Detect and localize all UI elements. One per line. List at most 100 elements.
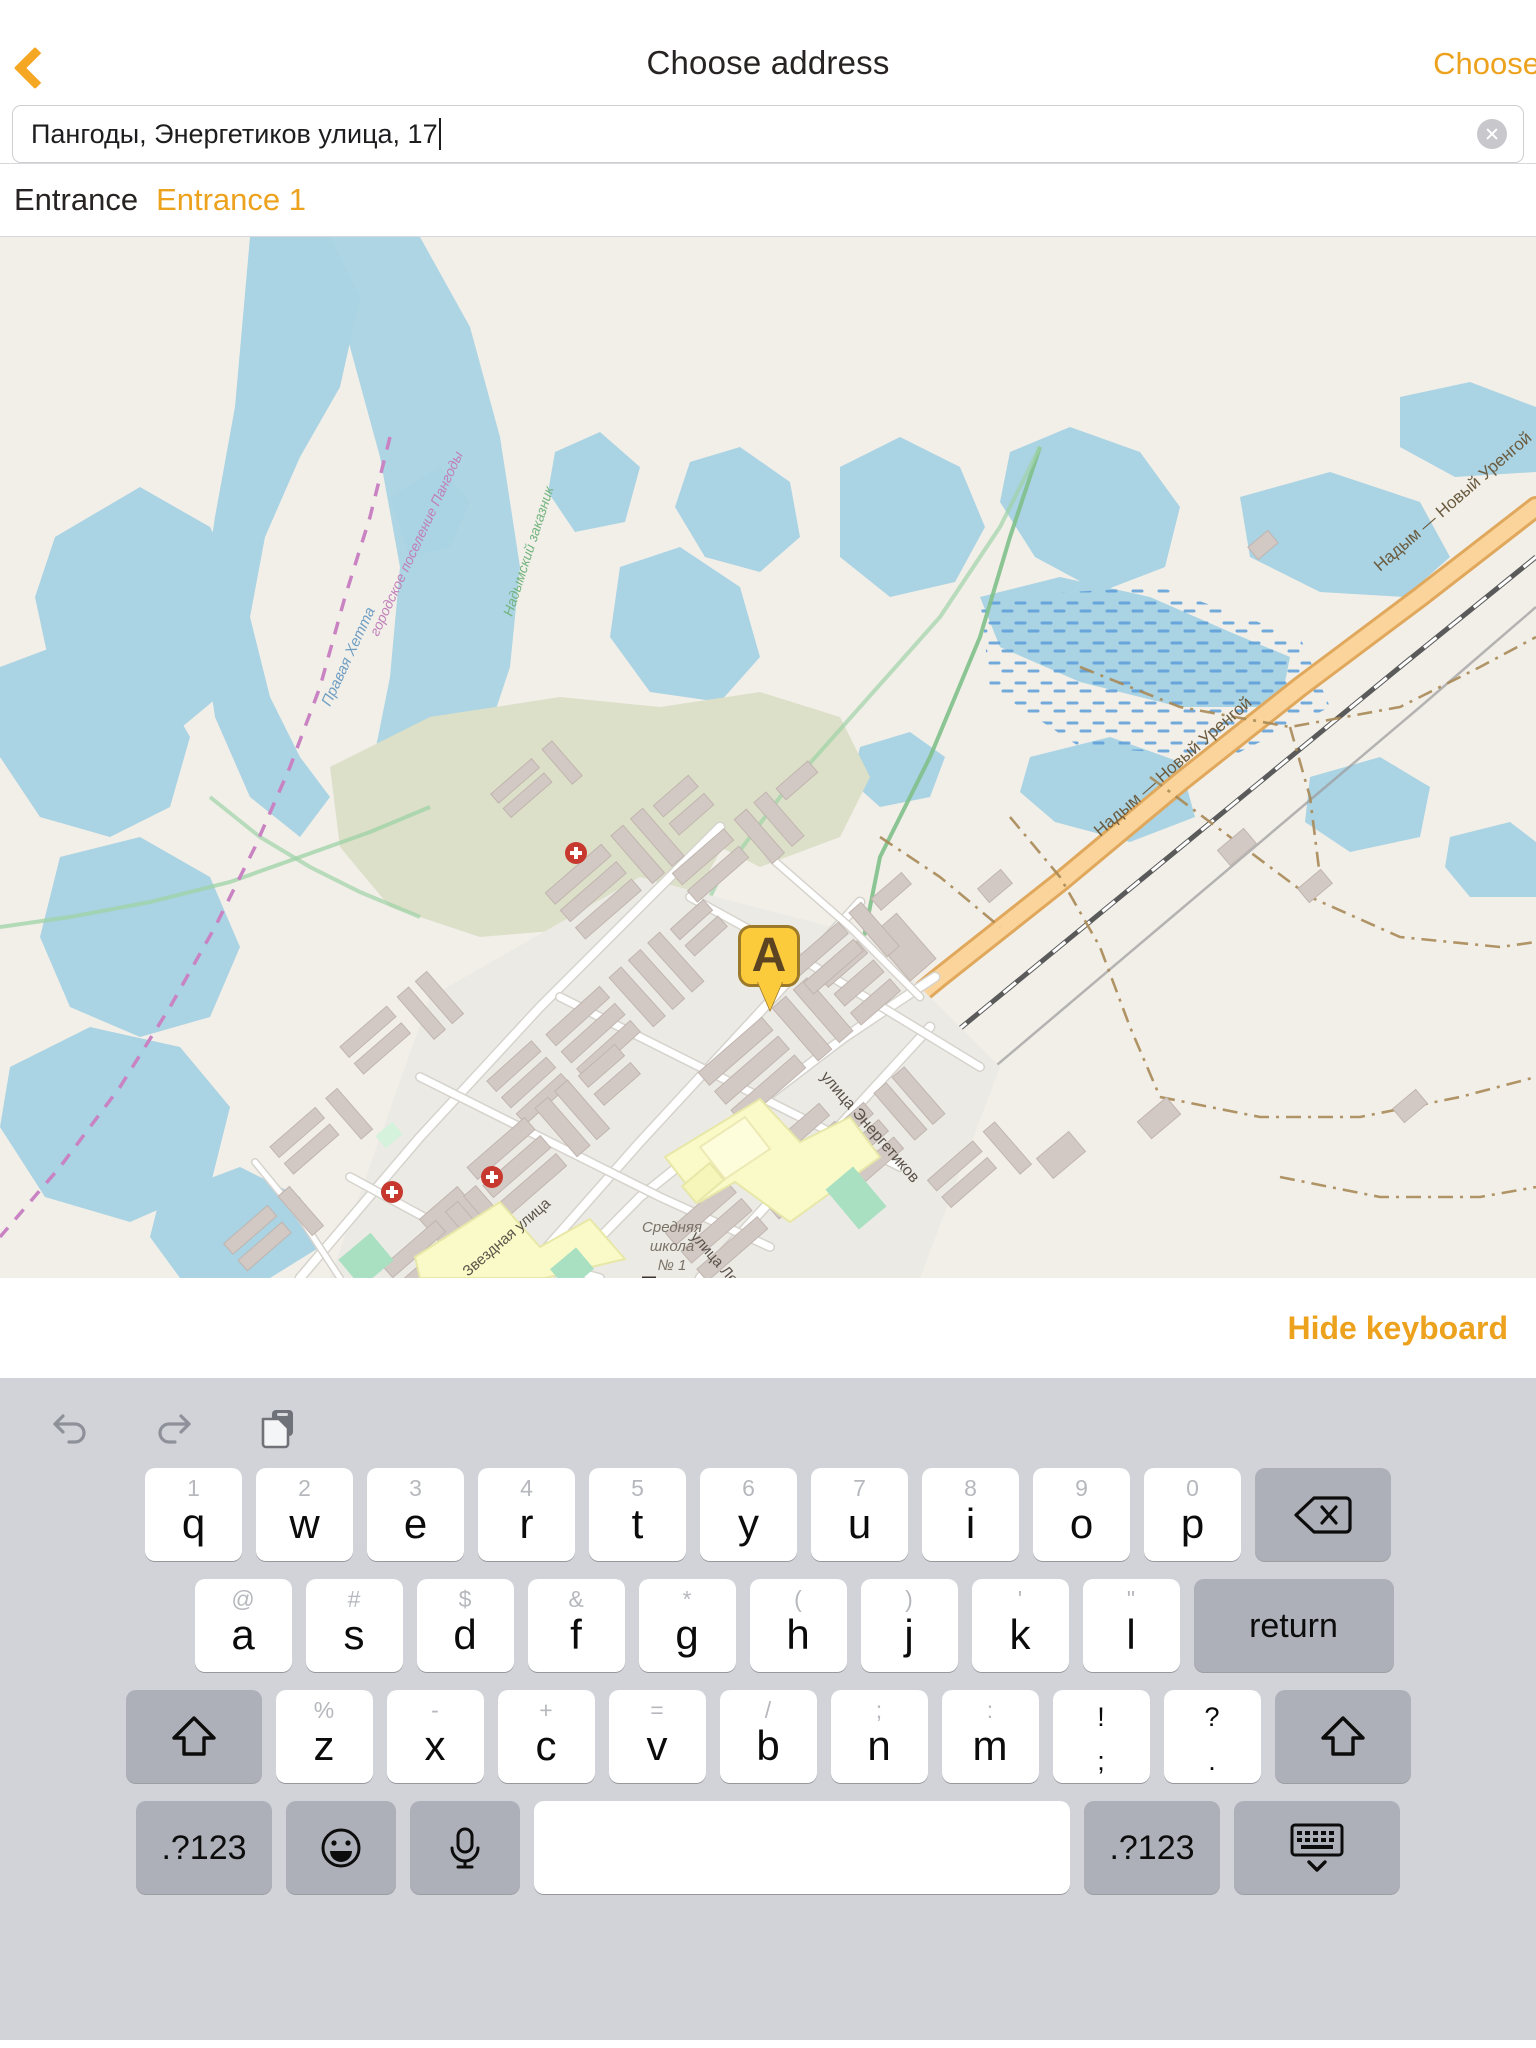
key-l-sub: " [1126, 1586, 1136, 1612]
key-z-main: z [313, 1722, 335, 1769]
key-h[interactable]: ( h [749, 1579, 847, 1672]
choose-button[interactable]: Choose [1433, 46, 1536, 82]
key-z-sub: % [313, 1697, 335, 1723]
key-c-sub: + [539, 1697, 553, 1723]
microphone-icon [450, 1827, 480, 1868]
key-m-sub: : [986, 1697, 994, 1723]
key-exclaim-semicolon[interactable]: ! ; [1052, 1690, 1150, 1783]
key-d-main: d [453, 1611, 477, 1658]
key-semicolon-main: ; [1097, 1746, 1105, 1776]
key-c[interactable]: + c [497, 1690, 595, 1783]
key-f[interactable]: & f [527, 1579, 625, 1672]
hide-keyboard-button[interactable]: Hide keyboard [1287, 1310, 1508, 1347]
keyboard-row-3: % z - x + c = v / b ; n : m ! ; ? . [0, 1690, 1536, 1783]
map-view[interactable]: Правая Хетта городское поселение Пангоды… [0, 237, 1536, 1278]
undo-icon[interactable] [42, 1398, 98, 1454]
key-w[interactable]: 2 w [256, 1468, 353, 1561]
key-r-main: r [519, 1500, 534, 1547]
key-o-main: o [1069, 1500, 1094, 1547]
svg-text:школа: школа [650, 1238, 694, 1255]
keyboard-row-2: @ a # s $ d & f * g ( h ) j ' k " l retu… [0, 1579, 1536, 1672]
key-return-label: return [1249, 1606, 1338, 1645]
key-t-main: t [631, 1500, 644, 1547]
key-f-main: f [570, 1611, 582, 1658]
key-h-main: h [786, 1611, 810, 1658]
key-d[interactable]: $ d [416, 1579, 514, 1672]
key-l[interactable]: " l [1082, 1579, 1180, 1672]
key-q[interactable]: 1 q [145, 1468, 242, 1561]
key-n-main: n [867, 1722, 891, 1769]
key-emoji[interactable] [286, 1801, 396, 1894]
key-s[interactable]: # s [305, 1579, 403, 1672]
text-caret [438, 118, 441, 150]
keyboard-row-1: 1 q 2 w 3 e 4 r 5 t 6 y 7 u 8 i 9 o 0 p [0, 1468, 1536, 1561]
key-q-main: q [181, 1500, 206, 1547]
navigation-bar: Choose address Choose [0, 0, 1536, 105]
key-numbers-left[interactable]: .?123 [136, 1801, 272, 1894]
key-r[interactable]: 4 r [478, 1468, 575, 1561]
key-question-sub: ? [1204, 1702, 1220, 1732]
clear-icon[interactable] [1477, 119, 1507, 149]
key-e-sub: 3 [409, 1475, 422, 1501]
key-l-main: l [1126, 1611, 1136, 1658]
key-x[interactable]: - x [386, 1690, 484, 1783]
keyboard-dismiss-icon [1290, 1823, 1344, 1872]
svg-text:Средняя: Средняя [642, 1219, 702, 1236]
hide-keyboard-bar: Hide keyboard [0, 1278, 1536, 1378]
key-p[interactable]: 0 p [1144, 1468, 1241, 1561]
key-backspace[interactable] [1255, 1468, 1391, 1561]
key-b-main: b [756, 1722, 780, 1769]
paste-icon[interactable] [250, 1398, 306, 1454]
key-numbers-left-label: .?123 [161, 1828, 247, 1867]
key-t[interactable]: 5 t [589, 1468, 686, 1561]
backspace-icon [1294, 1495, 1352, 1534]
shift-icon [1320, 1715, 1365, 1756]
key-period-main: . [1208, 1746, 1216, 1776]
key-exclaim-sub: ! [1097, 1702, 1105, 1732]
page-title: Choose address [646, 44, 890, 81]
key-z[interactable]: % z [275, 1690, 373, 1783]
entrance-row[interactable]: Entrance Entrance 1 [0, 164, 1536, 236]
key-a-sub: @ [231, 1586, 255, 1612]
key-v-sub: = [650, 1697, 664, 1723]
key-u-sub: 7 [853, 1475, 866, 1501]
key-i[interactable]: 8 i [922, 1468, 1019, 1561]
key-b[interactable]: / b [719, 1690, 817, 1783]
key-f-sub: & [568, 1586, 584, 1612]
key-i-sub: 8 [964, 1475, 977, 1501]
key-u[interactable]: 7 u [811, 1468, 908, 1561]
key-o[interactable]: 9 o [1033, 1468, 1130, 1561]
key-space[interactable] [534, 1801, 1070, 1894]
key-m[interactable]: : m [941, 1690, 1039, 1783]
search-input[interactable]: Пангоды, Энергетиков улица, 17 [12, 105, 1524, 163]
keyboard-row-4: .?123 .?123 [0, 1801, 1536, 1894]
keyboard-toolbar [0, 1384, 1536, 1468]
entrance-value[interactable]: Entrance 1 [156, 182, 306, 218]
key-dismiss-keyboard[interactable] [1234, 1801, 1400, 1894]
key-j[interactable]: ) j [860, 1579, 958, 1672]
key-y[interactable]: 6 y [700, 1468, 797, 1561]
key-question-period[interactable]: ? . [1163, 1690, 1261, 1783]
key-s-sub: # [347, 1586, 361, 1612]
key-v[interactable]: = v [608, 1690, 706, 1783]
key-g[interactable]: * g [638, 1579, 736, 1672]
key-a[interactable]: @ a [194, 1579, 292, 1672]
key-q-sub: 1 [187, 1475, 200, 1501]
key-j-main: j [904, 1611, 914, 1658]
address-marker[interactable]: A [738, 925, 800, 1010]
key-t-sub: 5 [631, 1475, 644, 1501]
key-numbers-right[interactable]: .?123 [1084, 1801, 1220, 1894]
redo-icon[interactable] [146, 1398, 202, 1454]
key-k[interactable]: ' k [971, 1579, 1069, 1672]
key-v-main: v [646, 1722, 668, 1769]
key-e[interactable]: 3 e [367, 1468, 464, 1561]
key-x-main: x [424, 1722, 446, 1769]
key-y-sub: 6 [742, 1475, 755, 1501]
key-m-main: m [972, 1722, 1008, 1769]
key-n[interactable]: ; n [830, 1690, 928, 1783]
key-return[interactable]: return [1193, 1579, 1394, 1672]
key-shift-right[interactable] [1274, 1690, 1411, 1783]
key-microphone[interactable] [410, 1801, 520, 1894]
key-shift-left[interactable] [125, 1690, 262, 1783]
key-k-sub: ' [1017, 1586, 1023, 1612]
